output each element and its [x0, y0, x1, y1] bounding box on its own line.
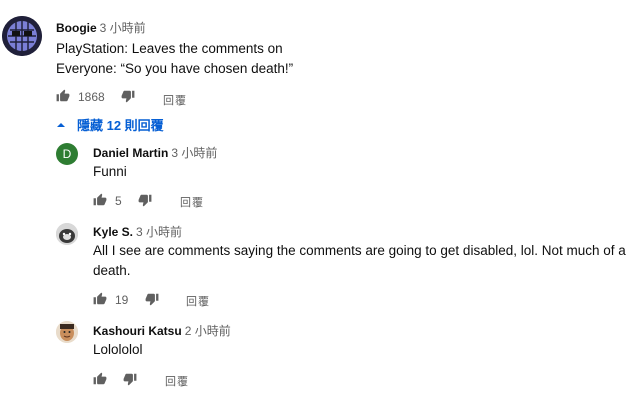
comment-text: PlayStation: Leaves the comments on Ever…: [56, 39, 293, 79]
reply-line: Funni: [93, 164, 127, 179]
reply-line: All I see are comments saying the commen…: [93, 243, 626, 258]
like-icon[interactable]: [93, 292, 107, 311]
like-count: 5: [115, 194, 122, 208]
reply-button[interactable]: 回覆: [165, 373, 189, 389]
dislike-icon[interactable]: [138, 193, 152, 212]
reply-line: Lolololol: [93, 342, 143, 357]
reply-author[interactable]: Kashouri Katsu: [93, 324, 182, 338]
comment-line: PlayStation: Leaves the comments on: [56, 41, 283, 56]
avatar-letter: D: [62, 147, 72, 161]
comment-header: Boogie 3 小時前: [56, 19, 146, 37]
comment-line: Everyone: “So you have chosen death!”: [56, 61, 294, 76]
avatar[interactable]: D: [56, 143, 78, 165]
reply-header: Daniel Martin 3 小時前: [93, 144, 217, 162]
comment-author[interactable]: Boogie: [56, 21, 97, 35]
reply-text: Lolololol: [93, 340, 143, 360]
reply-text: Funni: [93, 162, 127, 182]
like-icon[interactable]: [56, 89, 70, 108]
reply-time[interactable]: 3 小時前: [136, 225, 182, 239]
dislike-icon[interactable]: [145, 292, 159, 311]
reply-line: death.: [93, 263, 131, 278]
like-count: 19: [115, 293, 129, 307]
hide-replies-button[interactable]: 隱藏 12 則回覆: [77, 115, 164, 134]
reply-button[interactable]: 回覆: [186, 293, 210, 309]
reply-header: Kashouri Katsu 2 小時前: [93, 322, 231, 340]
reply-time[interactable]: 2 小時前: [185, 324, 231, 338]
reply-header: Kyle S. 3 小時前: [93, 223, 182, 241]
reply-button[interactable]: 回覆: [180, 194, 204, 210]
kashouri-avatar-icon: [56, 321, 78, 343]
avatar[interactable]: [56, 321, 78, 343]
reply-button[interactable]: 回覆: [163, 92, 187, 108]
boogie-avatar-icon: [2, 16, 42, 56]
dislike-icon[interactable]: [123, 372, 137, 391]
reply-author[interactable]: Kyle S.: [93, 225, 133, 239]
reply-text: All I see are comments saying the commen…: [93, 241, 633, 281]
like-icon[interactable]: [93, 372, 107, 391]
dislike-icon[interactable]: [121, 89, 135, 108]
kyle-avatar-icon: [56, 223, 78, 245]
avatar[interactable]: [2, 16, 42, 56]
reply-author[interactable]: Daniel Martin: [93, 146, 168, 160]
like-icon[interactable]: [93, 193, 107, 212]
like-count: 1868: [78, 90, 105, 104]
chevron-up-icon[interactable]: [56, 117, 66, 135]
comment-time[interactable]: 3 小時前: [100, 21, 146, 35]
avatar[interactable]: [56, 223, 78, 245]
reply-time[interactable]: 3 小時前: [171, 146, 217, 160]
